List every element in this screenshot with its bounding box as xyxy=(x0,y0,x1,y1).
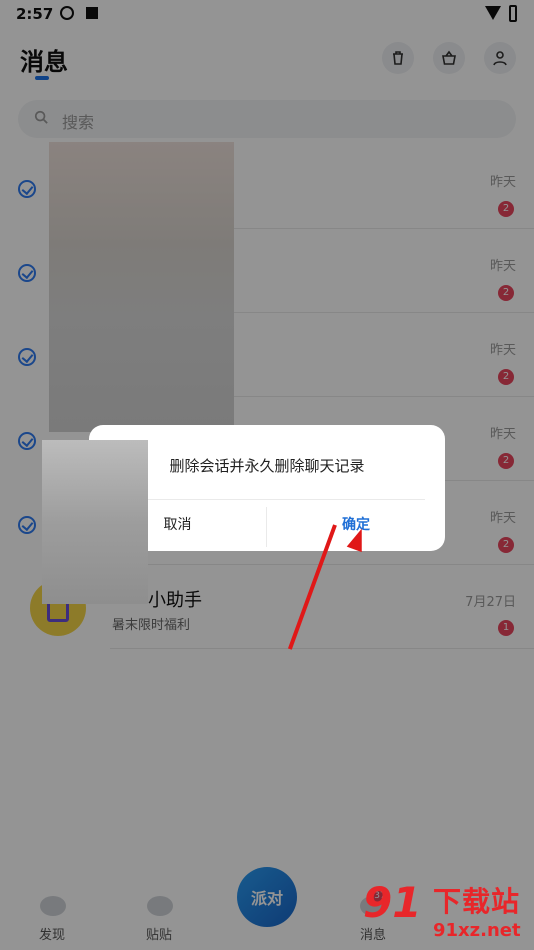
watermark-url: 91xz.net xyxy=(433,920,521,941)
watermark-text: 下载站 xyxy=(433,885,521,918)
watermark-logo: 91 xyxy=(363,878,422,927)
blurred-avatar-overlay xyxy=(42,440,148,604)
